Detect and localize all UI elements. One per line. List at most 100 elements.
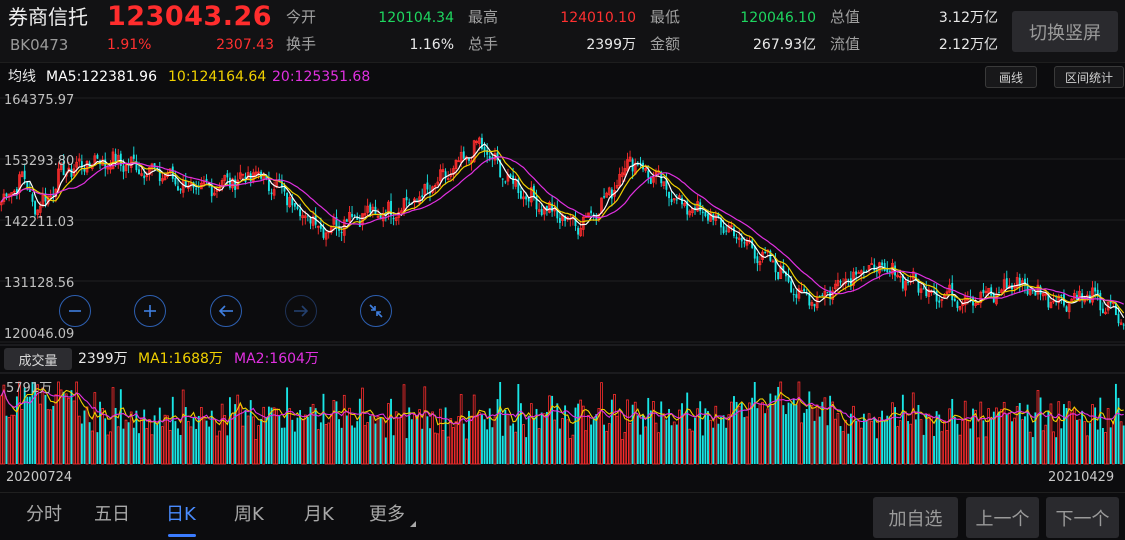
volume-bar — [129, 411, 133, 465]
volume-bar — [956, 423, 959, 464]
volume-bar — [213, 418, 216, 465]
volume-bar — [200, 407, 203, 465]
zoom-out-icon[interactable] — [59, 295, 91, 327]
scroll-right-icon[interactable] — [285, 295, 317, 327]
volume-bar — [688, 428, 692, 465]
candle-body — [1117, 313, 1120, 324]
volume-bar — [943, 420, 946, 465]
volume-bar — [400, 415, 403, 465]
volume-bar — [301, 419, 305, 465]
next-button[interactable]: 下一个 — [1046, 497, 1119, 538]
candle-body — [725, 230, 728, 232]
volume-bar — [189, 426, 193, 465]
volume-bar — [363, 425, 367, 465]
volume-bar — [836, 413, 840, 465]
volume-bar — [26, 396, 29, 464]
volume-bar — [1052, 431, 1055, 465]
candle-body — [883, 263, 886, 271]
candle-body — [132, 154, 135, 159]
volume-bar — [491, 427, 494, 464]
volume-bar — [733, 396, 735, 464]
volume-indicator-button[interactable]: 成交量 — [4, 348, 72, 370]
volume-bar — [506, 414, 510, 465]
range-stats-button[interactable]: 区间统计 — [1054, 66, 1124, 88]
volume-bar — [70, 390, 73, 464]
volume-bar — [272, 407, 276, 465]
tab-more[interactable]: 更多 — [369, 506, 405, 524]
volume-bar — [431, 411, 434, 465]
volume-bar — [138, 433, 140, 464]
volume-bar — [220, 403, 224, 465]
volume-bar — [446, 436, 450, 465]
draw-line-button[interactable]: 画线 — [985, 66, 1037, 88]
volume-bar — [623, 432, 627, 465]
volume-bar — [568, 438, 572, 465]
candle-body — [504, 181, 507, 183]
candle-body — [558, 218, 561, 223]
candle-body — [956, 301, 959, 308]
volume-bar — [792, 399, 795, 464]
volume-bar — [969, 428, 972, 464]
candle-body — [907, 281, 909, 283]
volume-bar — [1119, 421, 1123, 465]
volume-bar — [2, 384, 6, 465]
zoom-in-icon[interactable] — [134, 295, 166, 327]
volume-bar — [1005, 414, 1008, 464]
volume-bar — [745, 416, 749, 465]
volume-bar — [613, 394, 616, 465]
volume-bar — [1047, 410, 1050, 464]
volume-bar — [867, 413, 871, 465]
volume-bar — [478, 412, 481, 465]
amount-label: 金额 — [650, 35, 681, 53]
volume-bar — [319, 422, 322, 464]
volume-bar — [436, 433, 440, 465]
volume-bar — [244, 409, 247, 464]
volume-bar — [171, 396, 174, 464]
volume-bar — [1008, 412, 1011, 465]
scroll-left-icon[interactable] — [210, 295, 242, 327]
volume-bar — [236, 394, 240, 465]
volume-bar — [88, 422, 91, 464]
volume-bar — [340, 427, 343, 464]
candle-body — [951, 282, 954, 301]
volume-bar — [581, 405, 585, 465]
tab-five-day[interactable]: 五日 — [94, 506, 130, 524]
tab-intraday[interactable]: 分时 — [26, 506, 62, 524]
ma20-value: 20:125351.68 — [272, 69, 371, 85]
volume-bar — [675, 424, 678, 464]
candle-body — [80, 161, 83, 167]
kline-chart[interactable]: 164375.97 153293.80 142211.03 131128.56 1200… — [0, 90, 1125, 465]
volume-bar — [925, 414, 928, 464]
volume-bar — [813, 420, 816, 464]
volume-bar — [215, 435, 219, 465]
add-watchlist-button[interactable]: 加自选 — [873, 497, 958, 538]
switch-portrait-button[interactable]: 切换竖屏 — [1012, 11, 1118, 52]
candle-body — [953, 298, 956, 302]
tab-monthly-k[interactable]: 月K — [304, 506, 334, 524]
volume-bar — [379, 416, 382, 464]
tab-daily-k[interactable]: 日K — [166, 506, 196, 524]
volume-bar — [205, 420, 208, 464]
volume-bar — [953, 416, 956, 464]
volume-bar — [540, 412, 543, 464]
volume-bar — [472, 394, 476, 465]
reset-zoom-icon[interactable] — [360, 295, 392, 327]
volume-bar — [1106, 408, 1110, 465]
volume-bar — [1073, 407, 1076, 465]
previous-button[interactable]: 上一个 — [966, 497, 1039, 538]
volume-bar — [426, 416, 429, 464]
volume-bar — [647, 397, 650, 464]
volume-bar — [800, 422, 803, 465]
volume-bar — [815, 404, 819, 465]
volume-bar — [753, 382, 756, 464]
tab-weekly-k[interactable]: 周K — [234, 506, 264, 524]
candle-body — [143, 175, 146, 179]
volume-bar — [1002, 401, 1006, 465]
candle-body — [735, 236, 738, 239]
volume-bar — [1109, 427, 1112, 464]
volume-bar — [1060, 428, 1063, 464]
volume-bar — [132, 427, 135, 464]
volume-bar — [548, 395, 551, 465]
volume-bar — [483, 419, 486, 464]
candle-body — [345, 219, 348, 222]
